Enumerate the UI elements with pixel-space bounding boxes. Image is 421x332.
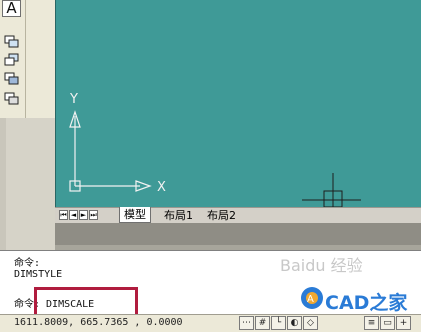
model-space-icon[interactable]: ▭ xyxy=(380,316,395,330)
command-history-line-2: DIMSTYLE xyxy=(14,269,63,280)
snap-icon[interactable]: ⋯ xyxy=(239,316,254,330)
left-panel xyxy=(0,118,56,250)
osnap-icon[interactable]: ◇ xyxy=(303,316,318,330)
ucs-y-label: Y xyxy=(69,92,78,107)
ucs-x-label: X xyxy=(157,180,166,195)
cad-logo-icon: A xyxy=(300,286,324,310)
drawing-canvas[interactable]: Y X xyxy=(55,0,421,207)
left-panel-edge xyxy=(0,118,6,250)
baidu-watermark: Baidu 经验 xyxy=(280,256,363,275)
tab-last-button[interactable]: ⏭ xyxy=(89,210,98,220)
layer-icon-2[interactable] xyxy=(2,51,22,69)
ortho-icon[interactable]: └ xyxy=(271,316,286,330)
tab-layout2[interactable]: 布局2 xyxy=(203,208,240,223)
tab-model[interactable]: 模型 xyxy=(119,207,151,223)
ucs-drawing: Y X xyxy=(69,92,361,207)
grid-icon[interactable]: # xyxy=(255,316,270,330)
horizontal-scrollbar[interactable] xyxy=(55,223,421,250)
tab-prev-button[interactable]: ◄ xyxy=(69,210,78,220)
lineweight-icon[interactable]: ≡ xyxy=(364,316,379,330)
tab-first-button[interactable]: ⏮ xyxy=(59,210,68,220)
layer-icon-4[interactable] xyxy=(2,90,22,108)
text-tool-button[interactable]: A xyxy=(2,0,21,17)
layer-icon-1[interactable] xyxy=(2,33,22,51)
draw-toolbar: A xyxy=(0,0,26,118)
tab-next-button[interactable]: ► xyxy=(79,210,88,220)
status-bar: 1611.8009, 665.7365 , 0.0000 ⋯ # └ ◐ ◇ ≡… xyxy=(0,314,421,332)
command-history-line-1: 命令: xyxy=(14,258,41,269)
tab-layout1[interactable]: 布局1 xyxy=(160,208,197,223)
polar-icon[interactable]: ◐ xyxy=(287,316,302,330)
layout-tab-bar: ⏮ ◄ ► ⏭ 模型 布局1 布局2 xyxy=(55,207,421,223)
layer-icon-3[interactable] xyxy=(2,70,22,88)
svg-text:A: A xyxy=(307,294,314,305)
coordinate-readout: 1611.8009, 665.7365 , 0.0000 xyxy=(14,317,183,328)
cad-watermark: CAD之家 xyxy=(325,292,408,314)
zoom-icon[interactable]: + xyxy=(396,316,411,330)
